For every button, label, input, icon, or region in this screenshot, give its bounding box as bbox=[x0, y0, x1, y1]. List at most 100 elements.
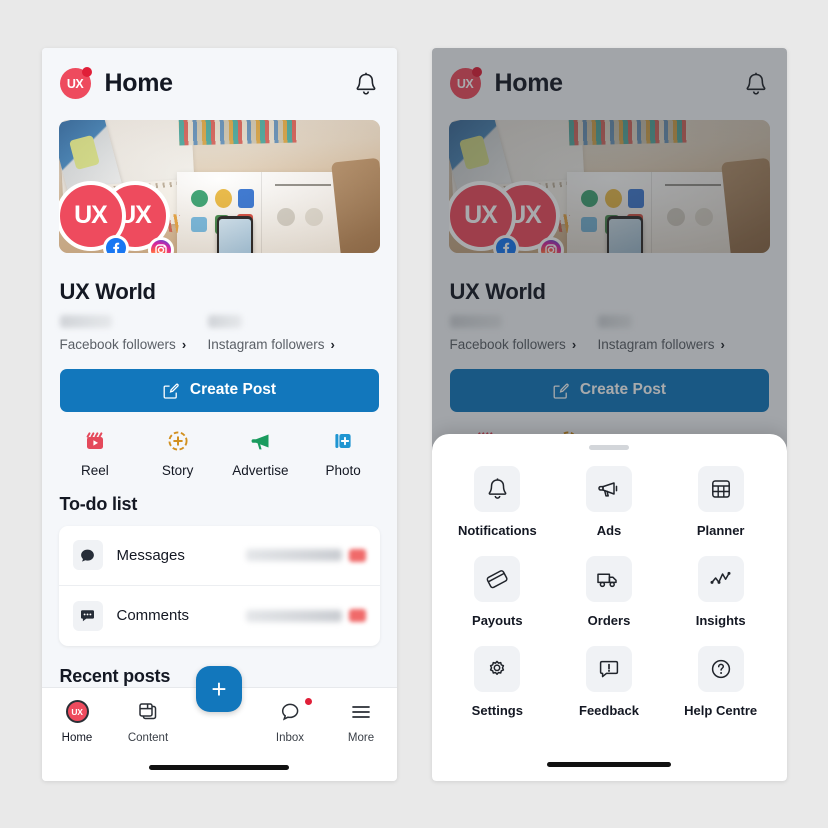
inbox-bubble-icon bbox=[255, 697, 326, 725]
truck-icon bbox=[585, 555, 632, 602]
todo-list-title: To-do list bbox=[59, 493, 138, 514]
avatar-facebook-label: UX bbox=[74, 201, 108, 229]
avatar-stack: UX UX bbox=[58, 175, 206, 253]
sheet-item-settings[interactable]: Settings bbox=[442, 645, 554, 732]
nav-item-content[interactable]: Content bbox=[113, 699, 184, 744]
app-header: UX Home bbox=[41, 47, 397, 120]
sheet-item-insights-label: Insights bbox=[695, 612, 746, 628]
sheet-item-help-centre-label: Help Centre bbox=[684, 702, 758, 718]
photo-plus-icon bbox=[302, 427, 385, 455]
comment-bubble-icon bbox=[72, 600, 103, 631]
instagram-followers-col[interactable]: Instagram followers › bbox=[207, 314, 335, 352]
create-post-button[interactable]: Create Post bbox=[59, 368, 379, 412]
card-icon bbox=[474, 555, 521, 602]
sheet-item-ads-label: Ads bbox=[596, 522, 622, 538]
sheet-item-feedback-label: Feedback bbox=[579, 702, 639, 718]
cover-photo-wrap: UX UX bbox=[42, 119, 397, 253]
calendar-grid-icon bbox=[697, 465, 744, 512]
sheet-menu-grid: Notifications Ads Planner Payouts Orders… bbox=[432, 450, 787, 732]
chevron-right-icon: › bbox=[181, 336, 187, 352]
quick-action-photo[interactable]: Photo bbox=[302, 427, 385, 478]
reel-icon bbox=[54, 427, 137, 455]
bottom-navigation: + UX Home bbox=[41, 665, 397, 755]
sheet-item-planner-label: Planner bbox=[696, 522, 745, 538]
facebook-followers-label-row: Facebook followers › bbox=[60, 337, 208, 352]
question-circle-icon bbox=[697, 645, 744, 692]
create-post-label: Create Post bbox=[189, 381, 277, 398]
todo-item-comments[interactable]: Comments bbox=[59, 586, 380, 646]
sheet-item-orders-label: Orders bbox=[587, 612, 631, 628]
sheet-item-feedback[interactable]: Feedback bbox=[553, 645, 665, 732]
sheet-item-payouts-label: Payouts bbox=[472, 612, 523, 628]
message-bubble-icon bbox=[72, 540, 103, 570]
sheet-item-payouts[interactable]: Payouts bbox=[442, 555, 554, 642]
sheet-item-orders[interactable]: Orders bbox=[553, 555, 665, 642]
sheet-item-notifications[interactable]: Notifications bbox=[442, 465, 554, 552]
quick-action-advertise[interactable]: Advertise bbox=[219, 427, 302, 478]
hamburger-menu-icon bbox=[326, 699, 397, 725]
bell-icon[interactable] bbox=[353, 70, 379, 98]
line-chart-icon bbox=[697, 555, 744, 602]
ux-avatar-circle: UX bbox=[65, 700, 89, 723]
facebook-followers-col[interactable]: Facebook followers › bbox=[59, 314, 208, 352]
nav-item-home-label: Home bbox=[61, 731, 93, 744]
phone-screen-right: UX Home UX UX UX World Facebook follower… bbox=[431, 47, 787, 781]
quick-actions-row: Reel Story bbox=[42, 427, 397, 478]
quick-action-reel-label: Reel bbox=[80, 462, 109, 478]
page-title: Home bbox=[104, 69, 174, 97]
facebook-followers-label: Facebook followers bbox=[59, 336, 176, 352]
sheet-item-planner[interactable]: Planner bbox=[665, 465, 777, 552]
gear-icon bbox=[474, 645, 521, 692]
todo-list-card: Messages Comments bbox=[58, 525, 380, 646]
bell-icon bbox=[474, 465, 521, 512]
instagram-followers-count bbox=[207, 314, 242, 328]
megaphone-icon bbox=[219, 427, 302, 455]
nav-item-more-label: More bbox=[347, 731, 375, 744]
quick-action-advertise-label: Advertise bbox=[232, 462, 289, 478]
home-indicator[interactable] bbox=[149, 765, 289, 770]
todo-item-messages-badge bbox=[348, 548, 366, 562]
todo-item-comments-label: Comments bbox=[116, 607, 190, 624]
nav-item-inbox-label: Inbox bbox=[275, 731, 305, 744]
todo-item-messages-label: Messages bbox=[116, 546, 185, 564]
sheet-item-notifications-label: Notifications bbox=[457, 522, 537, 538]
sheet-item-insights[interactable]: Insights bbox=[665, 555, 777, 642]
cover-photo[interactable]: UX UX bbox=[58, 119, 380, 253]
todo-item-comments-badge bbox=[348, 609, 366, 622]
inbox-unread-dot bbox=[304, 697, 312, 705]
todo-item-messages[interactable]: Messages bbox=[58, 526, 380, 586]
nav-item-inbox[interactable]: Inbox bbox=[255, 697, 326, 744]
profile-section: UX World Facebook followers › Instagram … bbox=[42, 253, 397, 352]
nav-item-home[interactable]: UX Home bbox=[42, 699, 113, 744]
screenshot-canvas: UX Home UX UX UX World Facebook follower… bbox=[0, 0, 828, 828]
nav-item-content-label: Content bbox=[127, 731, 169, 744]
sheet-item-ads[interactable]: Ads bbox=[553, 465, 665, 552]
sheet-item-settings-label: Settings bbox=[471, 702, 523, 718]
create-fab-button[interactable]: + bbox=[196, 665, 242, 712]
content-cards-icon bbox=[113, 699, 184, 725]
instagram-followers-label-row: Instagram followers › bbox=[208, 337, 335, 352]
story-plus-icon bbox=[136, 427, 219, 455]
more-bottom-sheet: Notifications Ads Planner Payouts Orders… bbox=[431, 433, 787, 781]
plus-icon: + bbox=[211, 673, 227, 704]
megaphone-outline-icon bbox=[585, 465, 632, 512]
quick-action-story-label: Story bbox=[161, 462, 194, 478]
sheet-item-help-centre[interactable]: Help Centre bbox=[665, 645, 777, 732]
brand-avatar[interactable]: UX bbox=[59, 67, 92, 99]
ux-avatar-text: UX bbox=[71, 706, 83, 717]
quick-action-photo-label: Photo bbox=[325, 462, 361, 478]
phone-screen-left: UX Home UX UX UX World Facebook follower… bbox=[41, 47, 397, 781]
quick-action-story[interactable]: Story bbox=[136, 427, 219, 478]
bottom-area: + UX Home bbox=[41, 665, 397, 781]
ux-avatar-icon: UX bbox=[42, 699, 113, 725]
feedback-bubble-icon bbox=[585, 645, 632, 692]
todo-item-messages-status bbox=[245, 549, 342, 561]
home-indicator[interactable] bbox=[547, 761, 671, 767]
follower-counts-row: Facebook followers › Instagram followers… bbox=[59, 314, 379, 352]
fab-slot-label bbox=[184, 732, 255, 744]
compose-icon bbox=[162, 382, 179, 399]
quick-action-reel[interactable]: Reel bbox=[54, 427, 137, 478]
brand-notification-dot bbox=[81, 67, 92, 77]
nav-item-more[interactable]: More bbox=[326, 699, 397, 744]
facebook-followers-count bbox=[59, 314, 112, 328]
